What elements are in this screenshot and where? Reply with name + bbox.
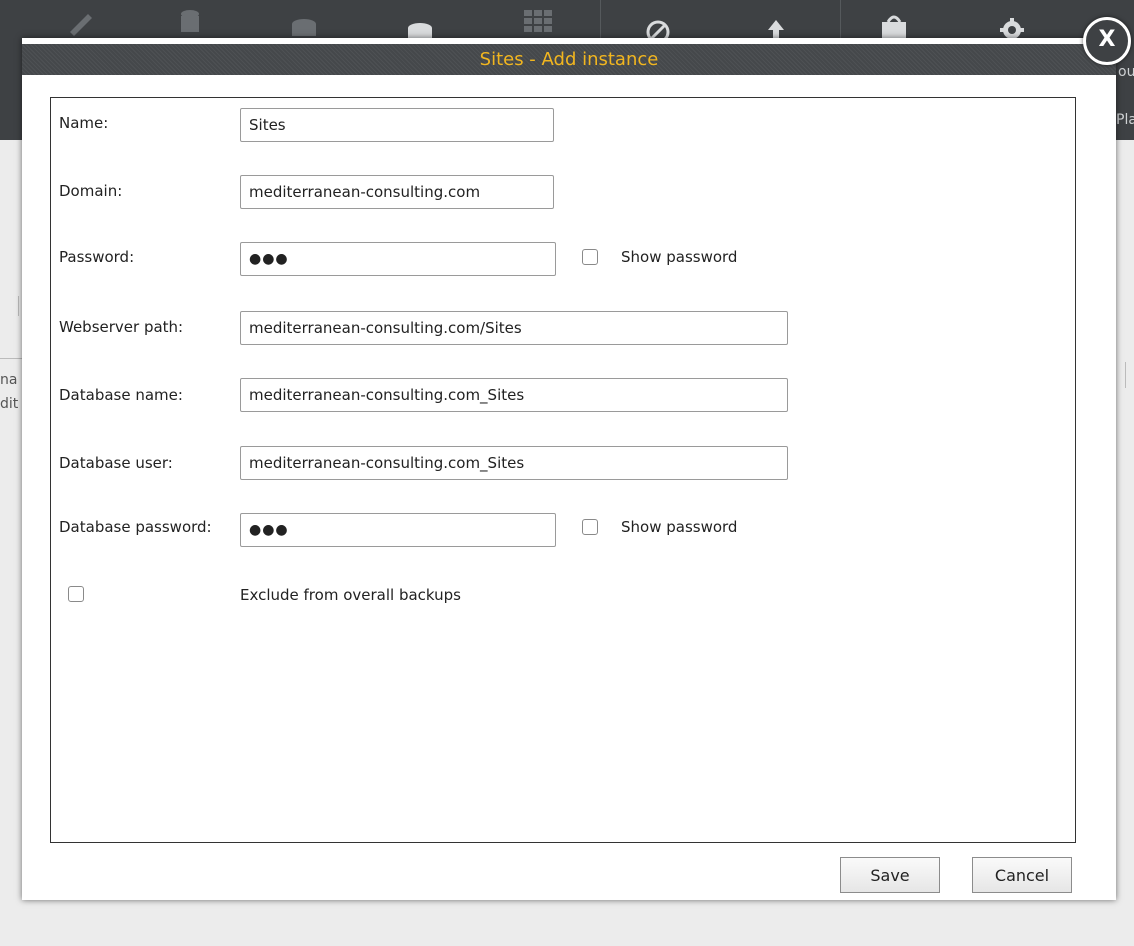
pencil-icon[interactable]	[62, 4, 98, 40]
show-password-checkbox[interactable]	[582, 249, 598, 265]
toolbar-separator	[840, 0, 841, 40]
show-database-password-checkbox[interactable]	[582, 519, 598, 535]
add-instance-dialog: Sites - Add instance Name: Domain: Passw…	[22, 38, 1116, 900]
dialog-title: Sites - Add instance	[22, 44, 1116, 75]
save-button[interactable]: Save	[840, 857, 940, 893]
database-user-label: Database user:	[59, 454, 173, 472]
database-icon[interactable]	[286, 4, 322, 40]
domain-label: Domain:	[59, 182, 123, 200]
close-icon[interactable]: X	[1083, 17, 1131, 65]
database-user-input[interactable]	[240, 446, 788, 480]
password-label: Password:	[59, 248, 135, 266]
exclude-from-backups-checkbox[interactable]	[68, 586, 84, 602]
database-password-input[interactable]	[240, 513, 556, 547]
password-input[interactable]	[240, 242, 556, 276]
disabled-icon[interactable]	[640, 4, 676, 40]
toolbar-text-fragment: ou	[1118, 64, 1134, 80]
toolbar-text-fragment: Pla	[1116, 112, 1134, 128]
background-divider	[18, 296, 19, 316]
gear-icon[interactable]	[994, 4, 1030, 40]
database-stack-icon[interactable]	[402, 4, 438, 40]
webserver-path-label: Webserver path:	[59, 318, 184, 336]
cancel-button[interactable]: Cancel	[972, 857, 1072, 893]
upload-icon[interactable]	[758, 4, 794, 40]
toolbar-separator	[600, 0, 601, 40]
database-name-label: Database name:	[59, 386, 183, 404]
exclude-from-backups-label: Exclude from overall backups	[240, 586, 461, 604]
grid-icon[interactable]	[520, 4, 556, 40]
show-password-label: Show password	[621, 248, 738, 266]
database-name-input[interactable]	[240, 378, 788, 412]
name-label: Name:	[59, 114, 109, 132]
show-database-password-label: Show password	[621, 518, 738, 536]
form-panel: Name: Domain: Password: Show password We…	[50, 97, 1076, 843]
name-input[interactable]	[240, 108, 554, 142]
basket-icon[interactable]	[876, 4, 912, 40]
background-text-fragment: dit	[0, 396, 19, 412]
background-text-fragment: na	[0, 372, 18, 388]
background-divider	[0, 358, 22, 359]
webserver-path-input[interactable]	[240, 311, 788, 345]
trash-database-icon[interactable]	[172, 4, 208, 40]
database-password-label: Database password:	[59, 518, 212, 536]
domain-input[interactable]	[240, 175, 554, 209]
background-divider	[1125, 362, 1126, 388]
